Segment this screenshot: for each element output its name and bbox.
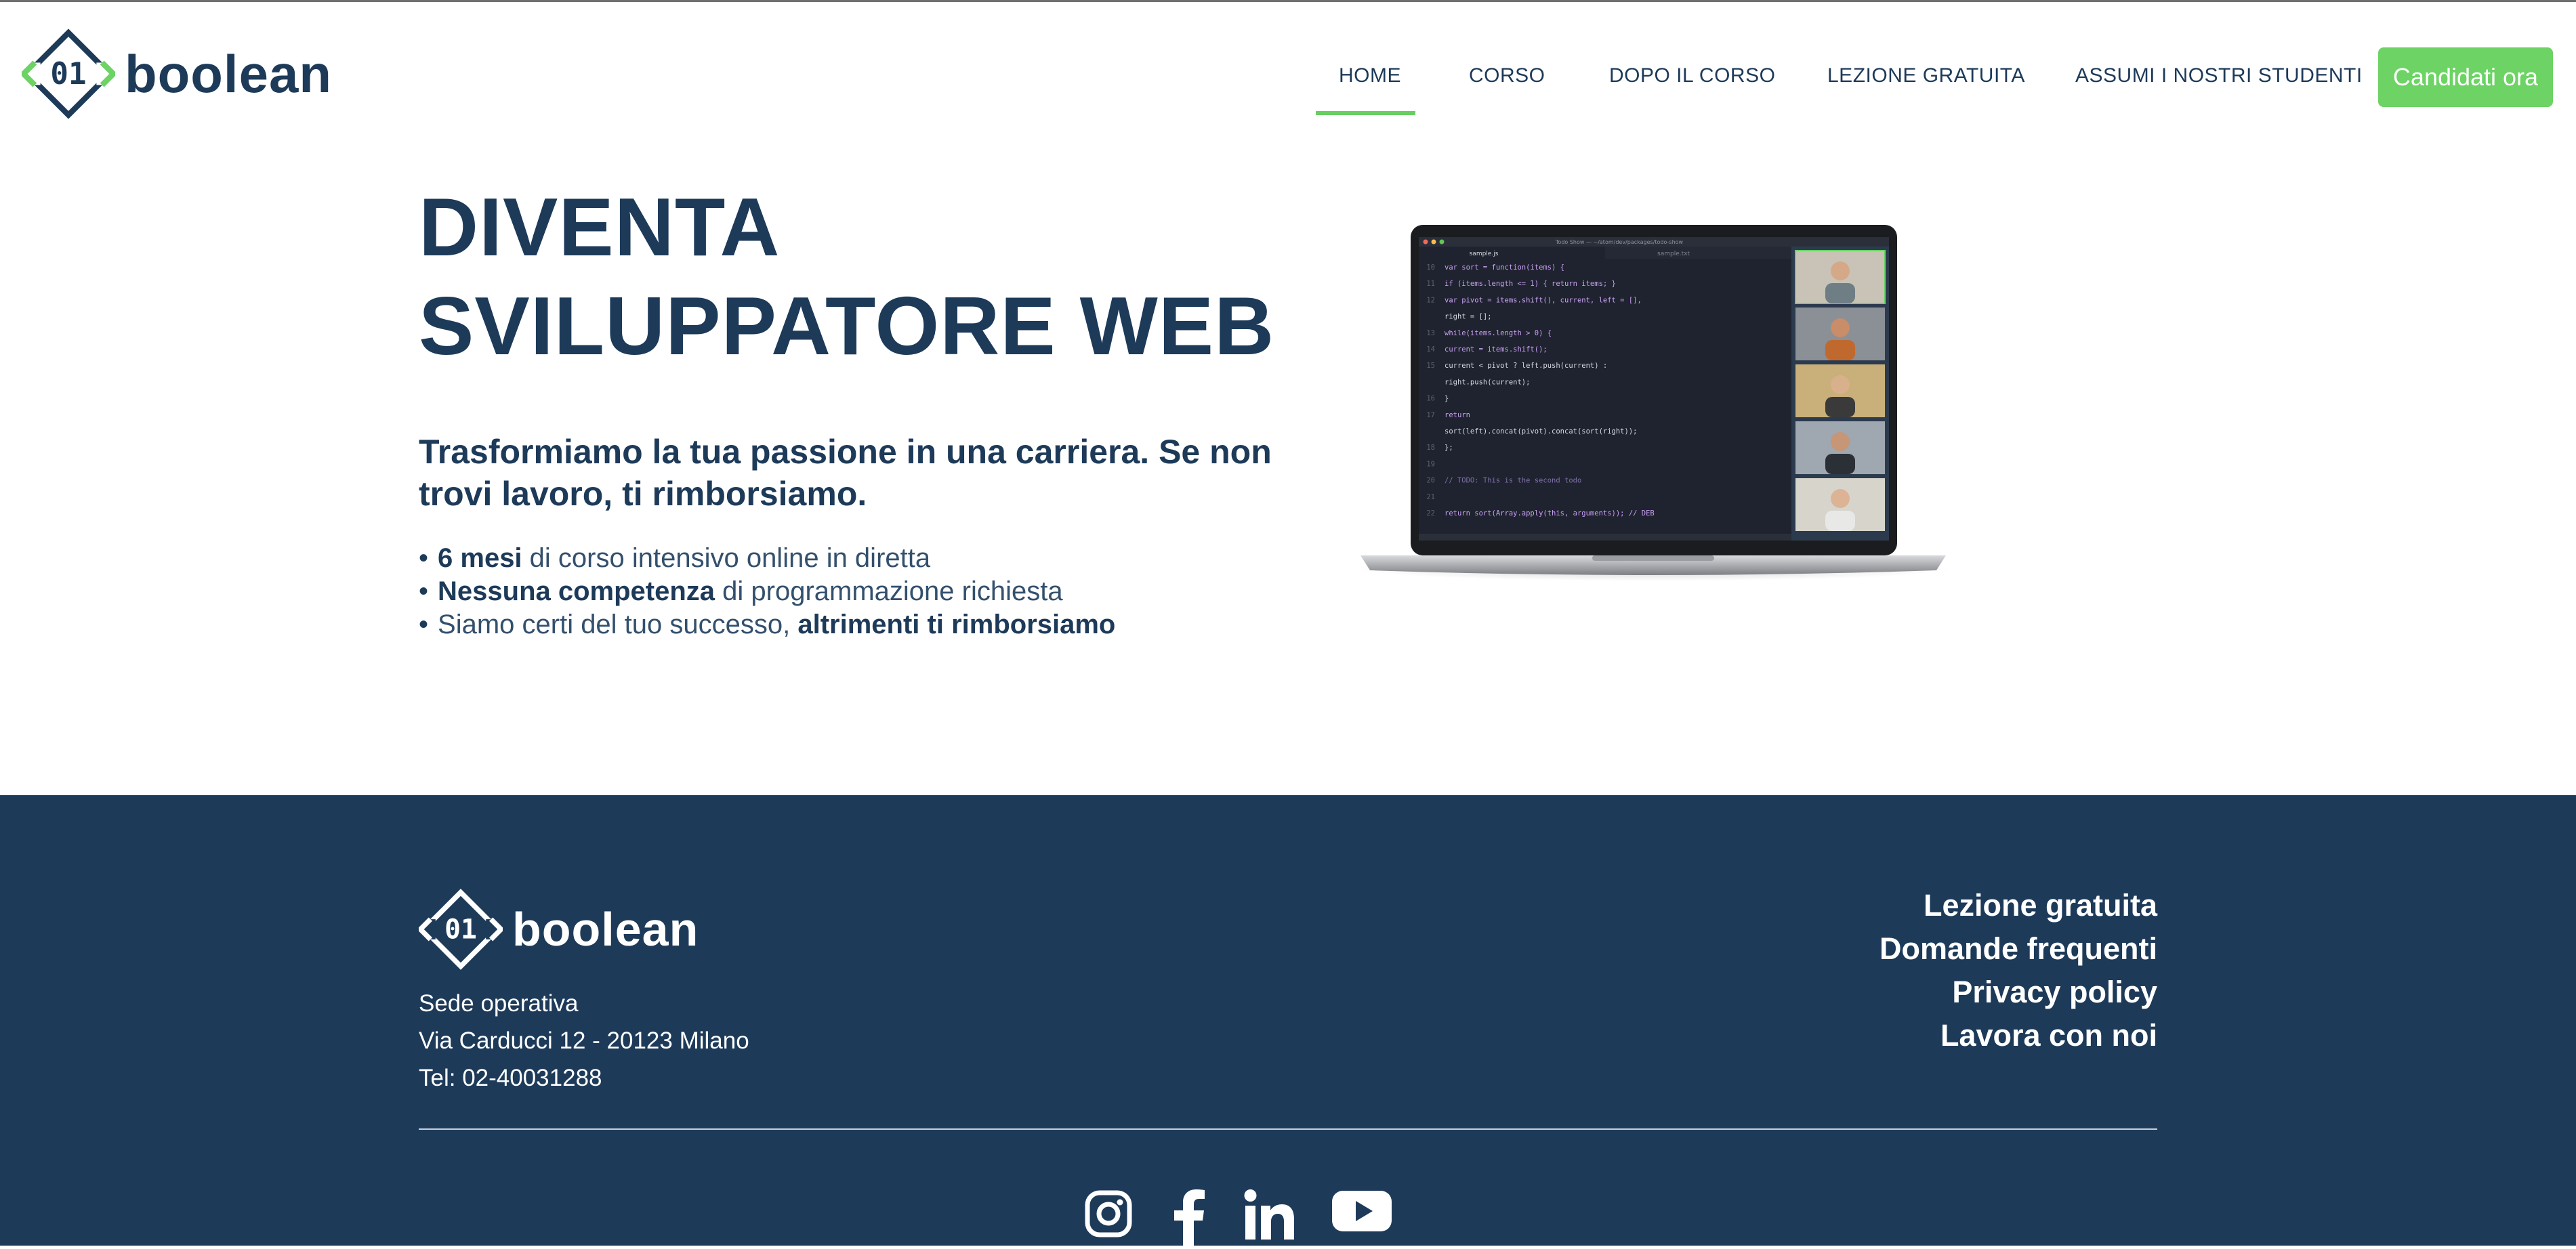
code-line-number: 13 xyxy=(1426,329,1435,337)
nav-lezione-gratuita[interactable]: LEZIONE GRATUITA xyxy=(1827,64,2025,87)
video-participant-tile xyxy=(1795,364,1885,417)
footer-links: Lezione gratuita Domande frequenti Priva… xyxy=(1879,884,2157,1057)
code-line-number: 20 xyxy=(1426,477,1435,485)
footer-divider xyxy=(419,1128,2157,1130)
video-participant-tile xyxy=(1795,478,1885,531)
code-line: // TODO: This is the second todo xyxy=(1445,477,1581,485)
code-line: } xyxy=(1445,395,1449,403)
bullet-item: Nessuna competenza di programmazione ric… xyxy=(419,575,1115,608)
hero-bullets: 6 mesi di corso intensivo online in dire… xyxy=(419,542,1115,641)
code-line-number: 17 xyxy=(1426,411,1435,419)
bullet-bold: altrimenti ti rimborsiamo xyxy=(797,610,1116,639)
bullet-text: Siamo certi del tuo successo, xyxy=(438,610,798,639)
footer-link-domande-frequenti[interactable]: Domande frequenti xyxy=(1879,927,2157,971)
footer-link-lavora-con-noi[interactable]: Lavora con noi xyxy=(1879,1014,2157,1057)
nav-dopo-il-corso[interactable]: DOPO IL CORSO xyxy=(1609,64,1775,87)
nav-home[interactable]: HOME xyxy=(1339,64,1401,87)
hero-title-line-2: SVILUPPATORE WEB xyxy=(419,280,1275,372)
code-line-number: 14 xyxy=(1426,345,1435,354)
address-label: Sede operativa xyxy=(419,990,579,1017)
nav-assumi-studenti[interactable]: ASSUMI I NOSTRI STUDENTI xyxy=(2075,64,2363,87)
footer-brand-name: boolean xyxy=(512,903,699,956)
boolean-logo-icon: 01 xyxy=(22,28,115,119)
facebook-icon[interactable] xyxy=(1171,1189,1206,1249)
youtube-icon[interactable] xyxy=(1332,1189,1392,1236)
hero-subtitle: Trasformiamo la tua passione in una carr… xyxy=(419,433,1272,513)
code-line: var pivot = items.shift(), current, left… xyxy=(1445,296,1642,304)
svg-text:01: 01 xyxy=(50,57,86,91)
code-line-number: 15 xyxy=(1426,362,1435,370)
social-links xyxy=(1084,1189,1392,1249)
nav-corso[interactable]: CORSO xyxy=(1469,64,1545,87)
linkedin-icon[interactable] xyxy=(1244,1189,1294,1243)
code-line-number: 18 xyxy=(1426,444,1435,452)
code-line: right.push(current); xyxy=(1445,378,1530,386)
boolean-logo-icon: 01 xyxy=(419,889,503,970)
video-participant-tile xyxy=(1795,308,1885,360)
bullet-text: di programmazione richiesta xyxy=(715,576,1063,606)
code-line: return xyxy=(1445,411,1470,419)
code-line: right = []; xyxy=(1445,313,1492,321)
bullet-item: 6 mesi di corso intensivo online in dire… xyxy=(419,542,1115,575)
code-line-number: 12 xyxy=(1426,296,1435,304)
hero-title-line-1: DIVENTA xyxy=(419,181,781,273)
video-participant-tile xyxy=(1795,421,1885,474)
code-line: return sort(Array.apply(this, arguments)… xyxy=(1445,509,1655,517)
laptop-illustration: Todo Show — ~/atom/dev/packages/todo-sho… xyxy=(1355,225,1951,581)
footer-link-privacy-policy[interactable]: Privacy policy xyxy=(1879,971,2157,1014)
code-line-number: 10 xyxy=(1426,263,1435,272)
header-logo[interactable]: 01 boolean xyxy=(22,27,332,121)
nav-active-indicator xyxy=(1316,111,1415,115)
video-participant-tile xyxy=(1795,250,1886,304)
address-line: Via Carducci 12 - 20123 Milano xyxy=(419,1028,749,1054)
code-line: }; xyxy=(1445,444,1453,452)
instagram-icon[interactable] xyxy=(1084,1189,1133,1242)
footer-address: Sede operativa Via Carducci 12 - 20123 M… xyxy=(419,985,749,1097)
apply-now-button[interactable]: Candidati ora xyxy=(2378,47,2553,107)
footer-link-lezione-gratuita[interactable]: Lezione gratuita xyxy=(1879,884,2157,927)
bullet-bold: Nessuna competenza xyxy=(438,576,715,606)
svg-text:sample.txt: sample.txt xyxy=(1657,251,1690,257)
code-line: var sort = function(items) { xyxy=(1445,263,1564,272)
code-line: current = items.shift(); xyxy=(1445,345,1547,354)
code-line: current < pivot ? left.push(current) : xyxy=(1445,362,1607,370)
site-footer xyxy=(0,795,2576,1246)
bullet-text: di corso intensivo online in diretta xyxy=(522,543,931,573)
svg-text:01: 01 xyxy=(444,914,477,946)
footer-logo[interactable]: 01 boolean xyxy=(419,887,699,971)
top-border xyxy=(0,0,2576,2)
svg-text:Todo Show — ~/atom/dev/package: Todo Show — ~/atom/dev/packages/todo-sho… xyxy=(1555,239,1684,245)
code-line-number: 19 xyxy=(1426,460,1435,468)
hero-title: DIVENTA SVILUPPATORE WEB xyxy=(419,177,1274,375)
code-line-number: 11 xyxy=(1426,280,1435,288)
brand-name: boolean xyxy=(125,43,333,104)
code-line: if (items.length <= 1) { return items; } xyxy=(1445,280,1616,288)
code-line: while(items.length > 0) { xyxy=(1445,329,1552,337)
bullet-bold: 6 mesi xyxy=(438,543,522,573)
code-line-number: 21 xyxy=(1426,493,1435,501)
svg-text:sample.js: sample.js xyxy=(1470,251,1499,257)
phone-line: Tel: 02-40031288 xyxy=(419,1065,602,1091)
bullet-item: Siamo certi del tuo successo, altrimenti… xyxy=(419,608,1115,641)
code-line-number: 16 xyxy=(1426,395,1435,403)
code-line: sort(left).concat(pivot).concat(sort(rig… xyxy=(1445,427,1637,436)
code-line-number: 22 xyxy=(1426,509,1435,517)
